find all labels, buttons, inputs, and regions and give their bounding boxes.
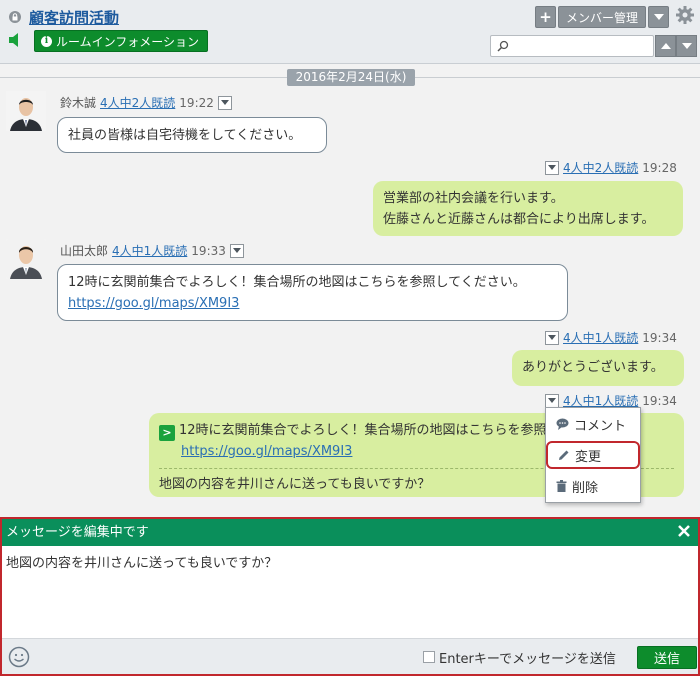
read-receipt-link[interactable]: 4人中2人既読: [100, 94, 175, 111]
chevron-down-icon: [548, 165, 556, 170]
room-info-button[interactable]: i ルームインフォメーション: [34, 30, 209, 52]
message-bubble: 社員の皆様は自宅待機をしてください。: [57, 117, 327, 153]
close-icon[interactable]: [676, 523, 692, 539]
lock-icon: [9, 11, 21, 23]
message-textarea[interactable]: 地図の内容を井川さんに送っても良いですか？: [6, 552, 277, 571]
message-meta: 山田太郎 4人中1人既読 19:33: [60, 242, 244, 259]
trash-icon: [556, 480, 567, 492]
message-time: 19:34: [642, 393, 677, 408]
editor-footer: Enterキーでメッセージを送信 送信: [2, 638, 698, 674]
chevron-down-icon: [681, 43, 692, 49]
message-text: 12時に玄関前集合でよろしく！集合場所の地図はこちらを参照してください。: [68, 275, 526, 290]
message-menu-button[interactable]: [545, 330, 559, 345]
enter-to-send-checkbox[interactable]: [423, 651, 435, 663]
message-bubble: ありがとうございます。: [512, 350, 684, 386]
menu-item-label: 変更: [575, 449, 602, 465]
search-prev-button[interactable]: [655, 35, 676, 57]
message-time: 19:28: [642, 160, 677, 175]
message-search-input[interactable]: [490, 35, 654, 57]
message-text: 佐藤さんと近藤さんは都合により出席します。: [383, 212, 655, 227]
message-menu-button[interactable]: [545, 393, 559, 408]
emoji-icon[interactable]: [8, 646, 30, 668]
menu-item-label: 削除: [572, 480, 599, 496]
gear-icon[interactable]: [675, 5, 695, 25]
member-management-button[interactable]: メンバー管理: [558, 6, 646, 28]
room-info-label: ルームインフォメーション: [56, 34, 200, 49]
chevron-up-icon: [660, 43, 671, 49]
chevron-down-icon: [232, 248, 241, 253]
message-meta: 4人中2人既読 19:28: [545, 159, 677, 176]
pencil-icon: [559, 450, 569, 460]
message-time: 19:22: [179, 95, 214, 110]
quote-icon: >: [159, 424, 175, 441]
send-button[interactable]: 送信: [637, 646, 697, 669]
chevron-down-icon: [548, 335, 556, 340]
editor-header: メッセージを編集中です: [2, 519, 698, 546]
map-link[interactable]: https://goo.gl/maps/XM9I3: [68, 293, 557, 314]
read-receipt-link[interactable]: 4人中1人既読: [563, 329, 638, 346]
room-title[interactable]: 顧客訪問活動: [29, 7, 119, 28]
message-text: ありがとうございます。: [522, 360, 664, 375]
message-menu-button[interactable]: [229, 243, 244, 258]
avatar-suzuki[interactable]: [6, 91, 46, 131]
message-text: 社員の皆様は自宅待機をしてください。: [68, 128, 302, 143]
read-receipt-link[interactable]: 4人中2人既読: [563, 159, 638, 176]
menu-item-delete[interactable]: 削除: [546, 472, 640, 500]
comment-icon: [556, 418, 569, 430]
chevron-down-icon: [548, 398, 556, 403]
menu-item-label: コメント: [574, 418, 627, 434]
chevron-down-icon: [653, 14, 664, 20]
message-editor: メッセージを編集中です 地図の内容を井川さんに送っても良いですか？ Enterキ…: [0, 517, 700, 676]
message-time: 19:34: [642, 330, 677, 345]
message-time: 19:33: [191, 243, 226, 258]
menu-item-edit[interactable]: 変更: [546, 441, 640, 469]
message-menu-button[interactable]: [545, 160, 559, 175]
chevron-down-icon: [220, 100, 229, 105]
editor-title: メッセージを編集中です: [6, 525, 149, 540]
add-button[interactable]: +: [535, 6, 556, 28]
menu-item-comment[interactable]: コメント: [546, 410, 640, 438]
message-meta: 鈴木誠 4人中2人既読 19:22: [60, 94, 232, 111]
info-icon: i: [41, 35, 52, 47]
avatar-yamada[interactable]: [6, 239, 46, 279]
read-receipt-link[interactable]: 4人中1人既読: [112, 242, 187, 259]
message-meta: 4人中1人既読 19:34: [545, 329, 677, 346]
message-bubble: 12時に玄関前集合でよろしく！集合場所の地図はこちらを参照してください。 htt…: [57, 264, 568, 321]
enter-to-send-label[interactable]: Enterキーでメッセージを送信: [439, 648, 616, 667]
search-next-button[interactable]: [676, 35, 697, 57]
message-bubble: 営業部の社内会議を行います。 佐藤さんと近藤さんは都合により出席します。: [373, 181, 683, 236]
sender-name: 山田太郎: [60, 244, 109, 258]
date-label: 2016年2月24日(水): [287, 69, 415, 86]
search-icon: [497, 40, 509, 52]
sender-name: 鈴木誠: [60, 96, 97, 110]
message-text: 営業部の社内会議を行います。: [383, 191, 564, 206]
room-header: 顧客訪問活動 i ルームインフォメーション + メンバー管理: [0, 0, 700, 64]
message-menu-button[interactable]: [217, 95, 232, 110]
message-context-menu: コメント 変更 削除: [545, 407, 641, 503]
speaker-icon[interactable]: [7, 32, 23, 48]
member-dropdown-button[interactable]: [648, 6, 669, 28]
